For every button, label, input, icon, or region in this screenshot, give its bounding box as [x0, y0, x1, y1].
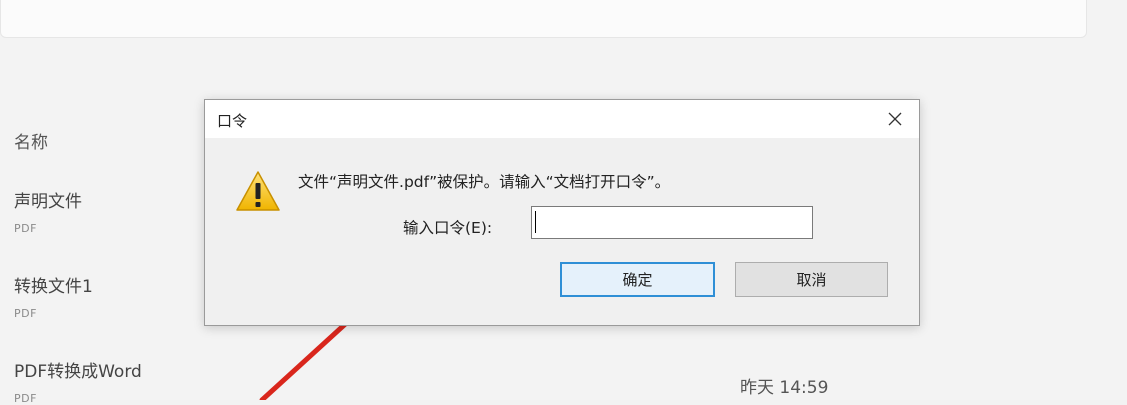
- top-card: [0, 0, 1087, 38]
- cancel-button[interactable]: 取消: [735, 262, 888, 297]
- close-button[interactable]: [881, 106, 909, 132]
- column-header-name: 名称: [14, 133, 48, 153]
- password-dialog: 口令 文件“声明文件.pdf”被保护。请输入“文档打开口令”。 输入口令(E):…: [204, 99, 920, 326]
- file-type: PDF: [14, 392, 37, 405]
- text-caret: [535, 211, 536, 233]
- warning-icon: [236, 171, 280, 211]
- file-list-item[interactable]: 转换文件1 PDF: [14, 272, 93, 320]
- file-name: 转换文件1: [14, 277, 93, 297]
- file-type: PDF: [14, 307, 37, 320]
- file-name: PDF转换成Word: [14, 362, 142, 382]
- file-name: 声明文件: [14, 192, 82, 212]
- dialog-message: 文件“声明文件.pdf”被保护。请输入“文档打开口令”。: [298, 173, 671, 191]
- file-list-item[interactable]: PDF转换成Word PDF: [14, 357, 142, 405]
- password-label: 输入口令(E):: [403, 219, 493, 237]
- dialog-titlebar: 口令: [205, 100, 919, 138]
- close-icon: [888, 112, 902, 126]
- file-modified-time: 昨天 14:59: [740, 378, 829, 398]
- password-input[interactable]: [531, 206, 813, 239]
- ok-button[interactable]: 确定: [560, 262, 715, 297]
- file-type: PDF: [14, 222, 37, 235]
- file-list-item[interactable]: 声明文件 PDF: [14, 187, 82, 235]
- dialog-title: 口令: [217, 112, 248, 130]
